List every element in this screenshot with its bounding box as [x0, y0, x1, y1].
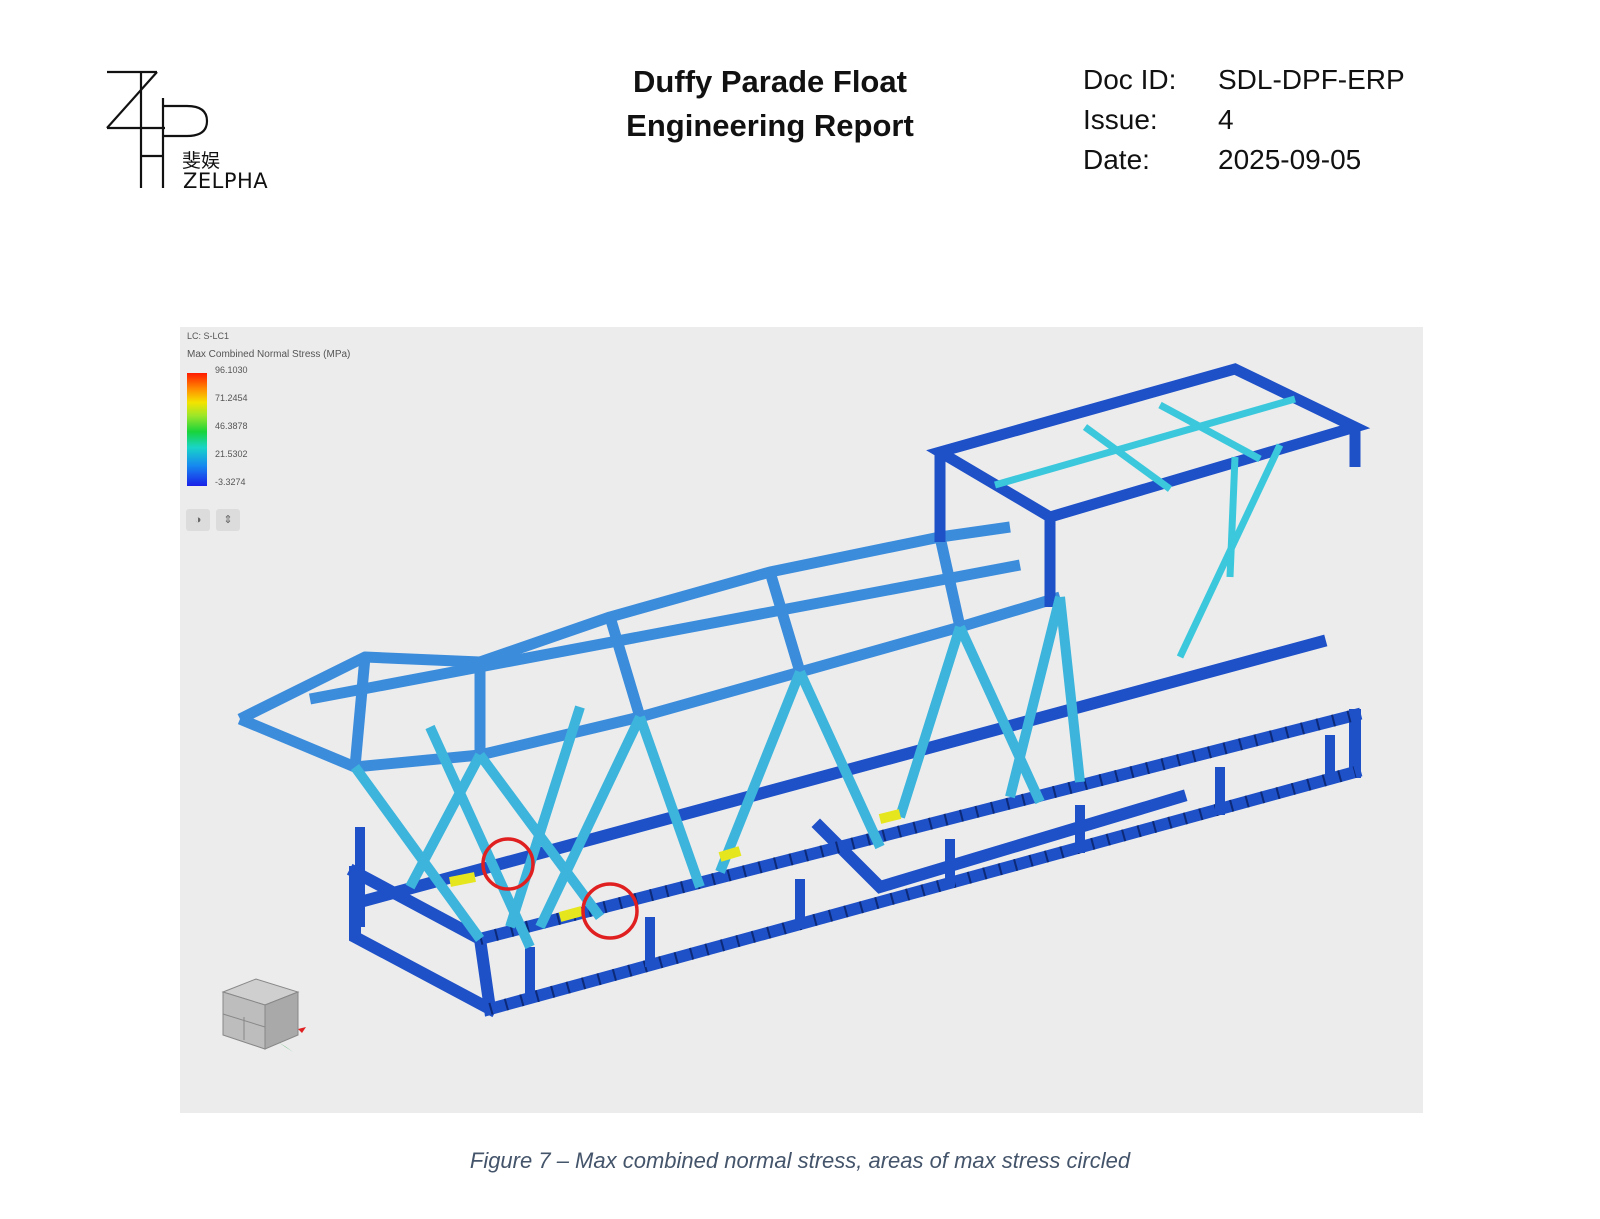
title-line-2: Engineering Report — [626, 108, 914, 143]
legend-tick: 71.2454 — [215, 393, 248, 403]
legend-title: Max Combined Normal Stress (MPa) — [187, 349, 351, 360]
meta-value: 4 — [1218, 104, 1234, 135]
legend-tick: 96.1030 — [215, 365, 248, 375]
load-case-label: LC: S-LC1 — [187, 331, 230, 341]
stress-analysis-figure: LC: S-LC1 Max Combined Normal Stress (MP… — [180, 327, 1423, 1113]
legend-tick: 21.5302 — [215, 449, 248, 459]
legend-tick: -3.3274 — [215, 477, 246, 487]
chassis-base — [346, 634, 1363, 1018]
figure-caption: Figure 7 – Max combined normal stress, a… — [469, 1148, 1131, 1173]
meta-row-doc-id: Doc ID: SDL-DPF-ERP — [1083, 60, 1405, 100]
view-cube-icon[interactable] — [221, 978, 306, 1052]
meta-row-date: Date: 2025-09-05 — [1083, 140, 1405, 180]
upper-stage-bracing — [994, 395, 1296, 659]
title-line-1: Duffy Parade Float — [633, 64, 907, 99]
truss-bracing — [350, 595, 1085, 950]
meta-row-issue: Issue: 4 — [1083, 100, 1405, 140]
legend-tick: 46.3878 — [215, 421, 248, 431]
document-title: Duffy Parade Float Engineering Report — [560, 60, 980, 148]
meta-key: Doc ID: — [1083, 64, 1177, 95]
frame-model-render — [221, 363, 1371, 1052]
meta-value: 2025-09-05 — [1218, 144, 1362, 175]
meta-key: Date: — [1083, 144, 1150, 175]
logo-text: ZELPHA — [183, 169, 269, 193]
contrast-toggle-button[interactable]: ◑ — [186, 509, 210, 531]
sort-toggle-button[interactable]: ⇕ — [216, 509, 240, 531]
meta-key: Issue: — [1083, 104, 1158, 135]
meta-value: SDL-DPF-ERP — [1218, 64, 1405, 95]
stress-color-bar — [187, 373, 207, 486]
document-meta: Doc ID: SDL-DPF-ERP Issue: 4 Date: 2025-… — [1083, 60, 1405, 180]
